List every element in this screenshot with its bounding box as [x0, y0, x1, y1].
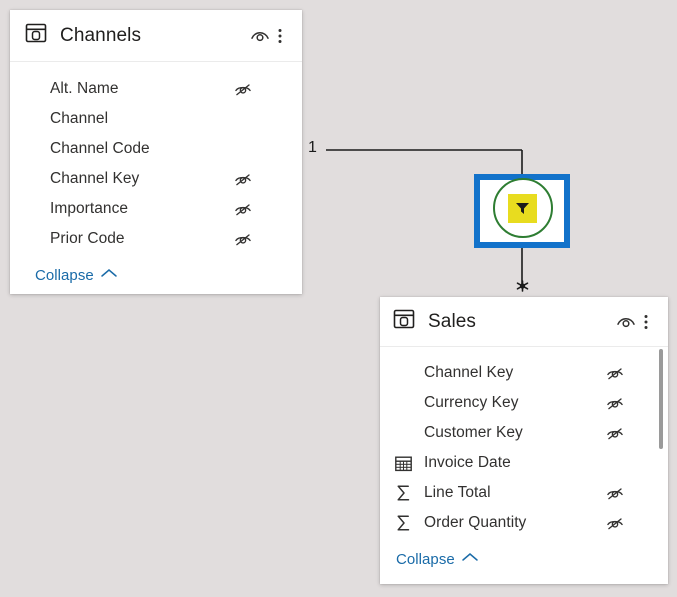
- sales-header-actions: [614, 310, 654, 334]
- cardinality-one-label: 1: [308, 139, 318, 156]
- channels-card-header: Channels: [10, 10, 302, 62]
- view-eye-icon[interactable]: [248, 24, 272, 48]
- hidden-eye-slash-icon[interactable]: [232, 79, 254, 99]
- cardinality-many-marker: [516, 280, 529, 292]
- collapse-label: Collapse: [396, 550, 455, 568]
- list-item[interactable]: Line Total: [380, 478, 668, 508]
- channels-header-actions: [248, 24, 288, 48]
- hidden-eye-slash-icon[interactable]: [604, 423, 626, 443]
- list-item[interactable]: Customer Key: [380, 418, 668, 448]
- chevron-up-icon: [461, 550, 479, 568]
- hidden-eye-slash-icon[interactable]: [604, 393, 626, 413]
- table-icon: [392, 307, 416, 336]
- field-label: Prior Code: [50, 230, 125, 247]
- sigma-icon: [394, 513, 416, 533]
- hidden-eye-slash-icon[interactable]: [604, 483, 626, 503]
- hidden-eye-slash-icon[interactable]: [604, 513, 626, 533]
- sales-scrollbar[interactable]: [657, 349, 665, 576]
- list-item[interactable]: Alt. Name: [10, 74, 302, 104]
- field-label: Alt. Name: [50, 80, 119, 97]
- field-label: Importance: [50, 200, 129, 217]
- view-eye-icon[interactable]: [614, 310, 638, 334]
- field-label: Channel Key: [424, 364, 514, 381]
- list-item[interactable]: Order Quantity: [380, 508, 668, 538]
- field-label: Currency Key: [424, 394, 519, 411]
- list-item[interactable]: Channel: [10, 104, 302, 134]
- field-label: Channel: [50, 110, 109, 127]
- hidden-eye-slash-icon[interactable]: [232, 199, 254, 219]
- field-label: Customer Key: [424, 424, 523, 441]
- collapse-button-sales[interactable]: Collapse: [396, 550, 479, 568]
- collapse-label: Collapse: [35, 266, 94, 284]
- list-item[interactable]: Channel Code: [10, 134, 302, 164]
- field-label: Order Quantity: [424, 514, 527, 531]
- collapse-button-channels[interactable]: Collapse: [35, 266, 118, 284]
- page-title: Sales: [428, 310, 477, 332]
- channels-field-list: Alt. Name Channel Channel Code Channel K…: [10, 62, 302, 284]
- filter-direction-icon[interactable]: [508, 194, 537, 223]
- more-options-icon[interactable]: [272, 24, 288, 48]
- page-title: Channels: [60, 24, 142, 46]
- chevron-up-icon: [100, 266, 118, 284]
- field-label: Invoice Date: [424, 454, 511, 471]
- hidden-eye-slash-icon[interactable]: [604, 363, 626, 383]
- list-item[interactable]: Prior Code: [10, 224, 302, 254]
- hidden-eye-slash-icon[interactable]: [232, 229, 254, 249]
- field-label: Channel Code: [50, 140, 150, 157]
- hidden-eye-slash-icon[interactable]: [232, 169, 254, 189]
- calendar-icon: [394, 454, 416, 473]
- list-item[interactable]: Importance: [10, 194, 302, 224]
- field-label: Channel Key: [50, 170, 140, 187]
- field-label: Line Total: [424, 484, 491, 501]
- sales-card-header: Sales: [380, 297, 668, 347]
- table-card-sales[interactable]: Sales Channel Key Currency Key Customer …: [380, 297, 668, 584]
- list-item[interactable]: Invoice Date: [380, 448, 668, 478]
- table-card-channels[interactable]: Channels Alt. Name Channel Channel Code …: [10, 10, 302, 294]
- sales-scrollbar-thumb[interactable]: [659, 349, 663, 449]
- sigma-icon: [394, 483, 416, 503]
- sales-field-list: Channel Key Currency Key Customer Key In…: [380, 347, 668, 568]
- table-icon: [24, 21, 48, 50]
- list-item[interactable]: Channel Key: [10, 164, 302, 194]
- more-options-icon[interactable]: [638, 310, 654, 334]
- list-item[interactable]: Currency Key: [380, 388, 668, 418]
- list-item[interactable]: Channel Key: [380, 358, 668, 388]
- relationship-cross-filter-node[interactable]: [474, 174, 570, 248]
